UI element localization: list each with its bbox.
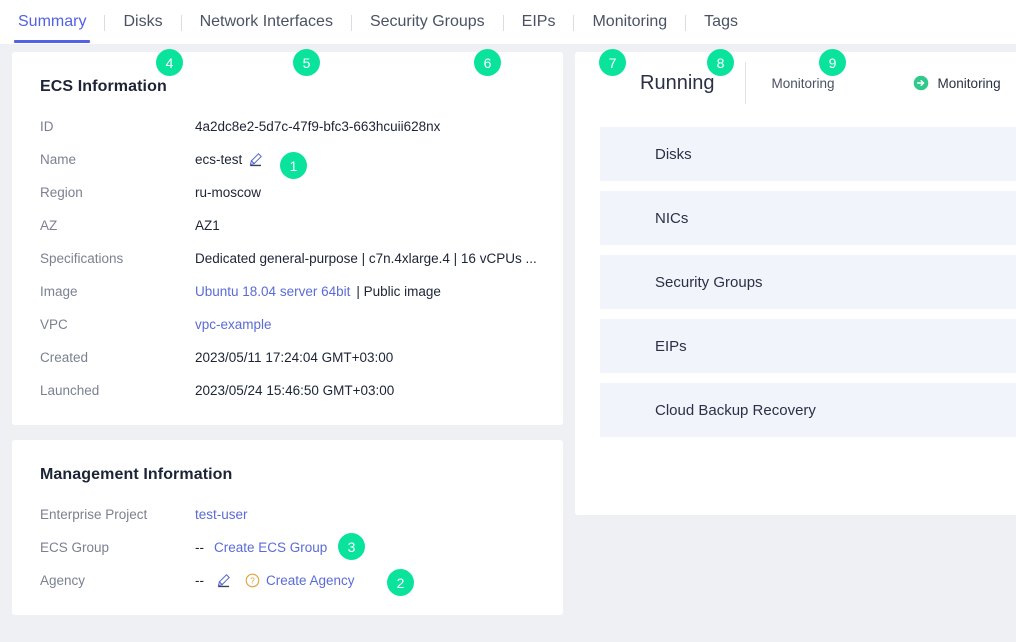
- accordion-label: Disks: [655, 145, 692, 163]
- info-value-enterprise-project: test-user: [195, 507, 248, 522]
- accordion-label: Security Groups: [655, 273, 763, 291]
- ecs-name-text: ecs-test: [195, 152, 243, 167]
- callout-badge-1: 1: [280, 152, 307, 179]
- edit-agency-pencil-icon[interactable]: [216, 573, 231, 588]
- info-value-image: Ubuntu 18.04 server 64bit | Public image: [195, 284, 441, 299]
- info-label: Launched: [40, 383, 100, 398]
- tab-label: Security Groups: [369, 13, 485, 30]
- status-divider: [744, 62, 746, 104]
- info-row-vpc: VPC vpc-example: [40, 308, 563, 341]
- callout-badge-2: 2: [387, 569, 414, 596]
- edit-name-pencil-icon[interactable]: [248, 152, 263, 167]
- tab-label: Tags: [704, 13, 738, 30]
- info-label: AZ: [40, 218, 58, 233]
- callout-badge-8: 8: [707, 49, 734, 76]
- callout-badge-3: 3: [338, 533, 365, 560]
- left-column: ECS Information ID 4a2dc8e2-5d7c-47f9-bf…: [12, 52, 563, 615]
- tab-label: Summary: [18, 13, 87, 30]
- info-row-agency: Agency -- ? Create Agency: [40, 564, 563, 597]
- callout-badge-9: 9: [819, 49, 846, 76]
- create-ecs-group-link[interactable]: Create ECS Group: [214, 540, 327, 555]
- accordion-item-eips[interactable]: EIPs: [600, 319, 1016, 373]
- management-information-table: Enterprise Project test-user ECS Group -…: [12, 484, 563, 615]
- status-and-resources-panel: Running Monitoring Monitoring Disks NICs…: [575, 52, 1016, 515]
- tab-monitoring[interactable]: Monitoring: [574, 0, 685, 44]
- info-row-launched: Launched 2023/05/24 15:46:50 GMT+03:00: [40, 374, 563, 407]
- info-label: Name: [40, 152, 77, 167]
- info-row-enterprise-project: Enterprise Project test-user: [40, 498, 563, 531]
- callout-badge-5: 5: [293, 49, 320, 76]
- tab-label: Network Interfaces: [199, 13, 333, 30]
- tab-label: EIPs: [521, 13, 556, 30]
- tab-label: Monitoring: [592, 13, 668, 30]
- accordion-item-cloud-backup-recovery[interactable]: Cloud Backup Recovery: [600, 383, 1016, 437]
- accordion-label: Cloud Backup Recovery: [655, 401, 816, 419]
- info-label: Specifications: [40, 251, 124, 266]
- management-information-title: Management Information: [40, 466, 233, 483]
- tab-network-interfaces[interactable]: Network Interfaces: [182, 0, 351, 44]
- monitoring-action-button[interactable]: Monitoring: [913, 75, 1001, 91]
- info-value-vpc: vpc-example: [195, 317, 272, 332]
- accordion-item-disks[interactable]: Disks: [600, 127, 1016, 181]
- callout-badge-6: 6: [474, 49, 501, 76]
- ecs-group-empty-value: --: [195, 540, 204, 555]
- info-label: ID: [40, 119, 54, 134]
- info-row-id: ID 4a2dc8e2-5d7c-47f9-bfc3-663hcuii628nx: [40, 110, 563, 143]
- info-value-specifications: Dedicated general-purpose | c7n.4xlarge.…: [195, 251, 537, 266]
- arrow-right-circle-icon: [913, 75, 929, 91]
- tab-tags[interactable]: Tags: [686, 0, 756, 44]
- instance-status: Running: [640, 71, 715, 94]
- ecs-information-table: ID 4a2dc8e2-5d7c-47f9-bfc3-663hcuii628nx…: [12, 96, 563, 425]
- resource-accordion: Disks NICs Security Groups EIPs Cloud Ba…: [575, 114, 1016, 437]
- tab-label: Disks: [123, 13, 163, 30]
- info-label: Enterprise Project: [40, 507, 148, 522]
- info-value-agency: -- ? Create Agency: [195, 573, 355, 588]
- info-label: Created: [40, 350, 89, 365]
- info-row-created: Created 2023/05/11 17:24:04 GMT+03:00: [40, 341, 563, 374]
- tab-summary[interactable]: Summary: [0, 0, 104, 44]
- tab-security-groups[interactable]: Security Groups: [352, 0, 503, 44]
- info-label: Image: [40, 284, 78, 299]
- tab-eips[interactable]: EIPs: [504, 0, 574, 44]
- info-row-az: AZ AZ1: [40, 209, 563, 242]
- agency-empty-value: --: [195, 573, 204, 588]
- info-row-specifications: Specifications Dedicated general-purpose…: [40, 242, 563, 275]
- accordion-label: NICs: [655, 209, 689, 227]
- image-link[interactable]: Ubuntu 18.04 server 64bit: [195, 284, 350, 299]
- info-value-az: AZ1: [195, 218, 220, 233]
- monitoring-action-label: Monitoring: [937, 75, 1001, 91]
- create-agency-link[interactable]: Create Agency: [266, 573, 355, 588]
- management-information-card: Management Information Enterprise Projec…: [12, 440, 563, 615]
- info-value-region: ru-moscow: [195, 185, 262, 200]
- tab-bar: Summary Disks Network Interfaces Securit…: [0, 0, 1016, 44]
- info-value-id: 4a2dc8e2-5d7c-47f9-bfc3-663hcuii628nx: [195, 119, 441, 134]
- info-label: ECS Group: [40, 540, 110, 555]
- callout-badge-7: 7: [599, 49, 626, 76]
- image-type-text: | Public image: [356, 284, 441, 299]
- help-circle-icon[interactable]: ?: [245, 573, 260, 588]
- info-value-ecs-group: -- Create ECS Group: [195, 540, 327, 555]
- enterprise-project-link[interactable]: test-user: [195, 507, 248, 522]
- info-value-name: ecs-test: [195, 152, 263, 167]
- info-label: Agency: [40, 573, 86, 588]
- ecs-information-card: ECS Information ID 4a2dc8e2-5d7c-47f9-bf…: [12, 52, 563, 425]
- info-row-image: Image Ubuntu 18.04 server 64bit | Public…: [40, 275, 563, 308]
- tab-disks[interactable]: Disks: [105, 0, 180, 44]
- info-label: Region: [40, 185, 83, 200]
- callout-badge-4: 4: [156, 49, 183, 76]
- info-row-region: Region ru-moscow: [40, 176, 563, 209]
- status-row: Running Monitoring Monitoring: [575, 52, 1016, 114]
- info-label: VPC: [40, 317, 68, 332]
- svg-text:?: ?: [250, 576, 255, 586]
- info-value-created: 2023/05/11 17:24:04 GMT+03:00: [195, 350, 394, 365]
- info-row-ecs-group: ECS Group -- Create ECS Group: [40, 531, 563, 564]
- accordion-item-security-groups[interactable]: Security Groups: [600, 255, 1016, 309]
- accordion-item-nics[interactable]: NICs: [600, 191, 1016, 245]
- info-value-launched: 2023/05/24 15:46:50 GMT+03:00: [195, 383, 395, 398]
- vpc-link[interactable]: vpc-example: [195, 317, 272, 332]
- accordion-label: EIPs: [655, 337, 687, 355]
- monitoring-link[interactable]: Monitoring: [772, 76, 835, 91]
